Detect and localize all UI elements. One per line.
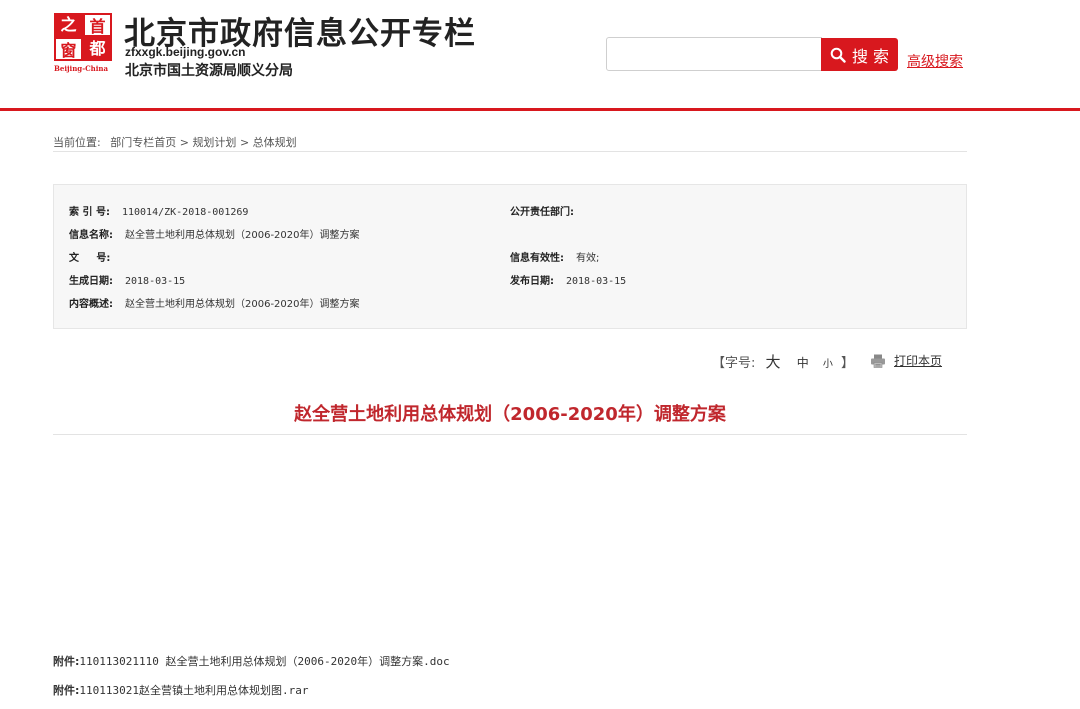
meta-label: 索 引 号:	[69, 207, 110, 218]
advanced-search-link[interactable]: 高级搜索	[907, 51, 963, 71]
meta-info-name: 信息名称: 赵全营土地利用总体规划（2006-2020年）调整方案	[69, 226, 360, 241]
meta-label: 文 号:	[69, 253, 111, 264]
meta-index-number: 索 引 号: 110014/ZK-2018-001269	[69, 203, 248, 218]
breadcrumb: 当前位置: 部门专栏首页 > 规划计划 > 总体规划	[53, 134, 967, 152]
font-size-medium-button[interactable]: 中	[797, 354, 809, 371]
breadcrumb-separator: >	[239, 136, 250, 149]
meta-label: 信息有效性:	[510, 253, 564, 264]
meta-value: 2018-03-15	[125, 276, 186, 287]
meta-responsible-department: 公开责任部门:	[510, 203, 586, 218]
attachment-label: 附件:	[53, 655, 80, 668]
document-title: 赵全营土地利用总体规划（2006-2020年）调整方案	[294, 404, 726, 425]
title-divider	[53, 434, 967, 435]
header-divider	[0, 108, 1080, 111]
meta-label: 信息名称:	[69, 230, 113, 241]
site-header: 之 首 窗 都 Beijing-China 北京市政府信息公开专栏 zfxxgk…	[0, 0, 1080, 112]
meta-label: 生成日期:	[69, 276, 113, 287]
meta-label: 内容概述:	[69, 299, 113, 310]
attachment-item: 附件:110113021110 赵全营土地利用总体规划（2006-2020年）调…	[53, 653, 450, 669]
meta-created-date: 生成日期: 2018-03-15	[69, 272, 185, 287]
logo-seal: 之 首 窗 都	[54, 13, 112, 61]
logo-seal-char: 都	[83, 37, 112, 61]
meta-value: 赵全营土地利用总体规划（2006-2020年）调整方案	[125, 299, 360, 310]
print-page-button[interactable]: 打印本页	[870, 352, 942, 369]
print-page-label: 打印本页	[894, 354, 943, 368]
meta-value: 110014/ZK-2018-001269	[121, 207, 249, 218]
breadcrumb-item-overall-plan[interactable]: 总体规划	[253, 136, 297, 149]
meta-summary: 内容概述: 赵全营土地利用总体规划（2006-2020年）调整方案	[69, 295, 360, 310]
search-button[interactable]: 搜 索	[821, 38, 898, 71]
search-button-label: 搜 索	[851, 46, 890, 66]
meta-validity: 信息有效性: 有效;	[510, 249, 599, 264]
logo-seal-char: 之	[54, 13, 83, 37]
breadcrumb-separator: >	[179, 136, 189, 149]
site-domain: zfxxgk.beijing.gov.cn	[125, 45, 246, 59]
font-size-small-button[interactable]: 小	[823, 355, 833, 370]
font-size-switcher: 【字号: 大 中 小 】	[712, 351, 854, 372]
attachment-item: 附件:110113021赵全营镇土地利用总体规划图.rar	[53, 682, 309, 698]
breadcrumb-item-home[interactable]: 部门专栏首页	[110, 136, 176, 149]
meta-label: 发布日期:	[510, 276, 554, 287]
logo-seal-char: 首	[83, 13, 112, 37]
meta-value: 有效;	[576, 253, 600, 264]
printer-icon	[870, 354, 886, 368]
meta-value: 赵全营土地利用总体规划（2006-2020年）调整方案	[125, 230, 360, 241]
beijing-china-logo[interactable]: 之 首 窗 都 Beijing-China	[54, 13, 116, 75]
meta-label: 公开责任部门:	[510, 207, 574, 218]
meta-document-number: 文 号:	[69, 249, 122, 264]
attachment-label: 附件:	[53, 684, 80, 697]
attachment-link-doc[interactable]: 110113021110 赵全营土地利用总体规划（2006-2020年）调整方案…	[79, 655, 449, 668]
breadcrumb-prefix: 当前位置:	[53, 136, 101, 149]
font-size-label-open: 【字号:	[712, 356, 756, 371]
logo-seal-char: 窗	[54, 37, 83, 61]
search-input[interactable]	[606, 37, 822, 71]
document-metadata-panel: 索 引 号: 110014/ZK-2018-001269 公开责任部门: 信息名称…	[53, 184, 967, 329]
font-size-label-close: 】	[840, 356, 854, 371]
font-size-large-button[interactable]: 大	[766, 351, 781, 372]
logo-caption: Beijing-China	[54, 64, 109, 73]
meta-value: 2018-03-15	[566, 276, 627, 287]
attachment-link-rar[interactable]: 110113021赵全营镇土地利用总体规划图.rar	[79, 684, 308, 697]
department-name: 北京市国土资源局顺义分局	[125, 63, 293, 79]
meta-published-date: 发布日期: 2018-03-15	[510, 272, 626, 287]
search-icon	[830, 47, 846, 63]
breadcrumb-item-planning[interactable]: 规划计划	[192, 136, 236, 149]
